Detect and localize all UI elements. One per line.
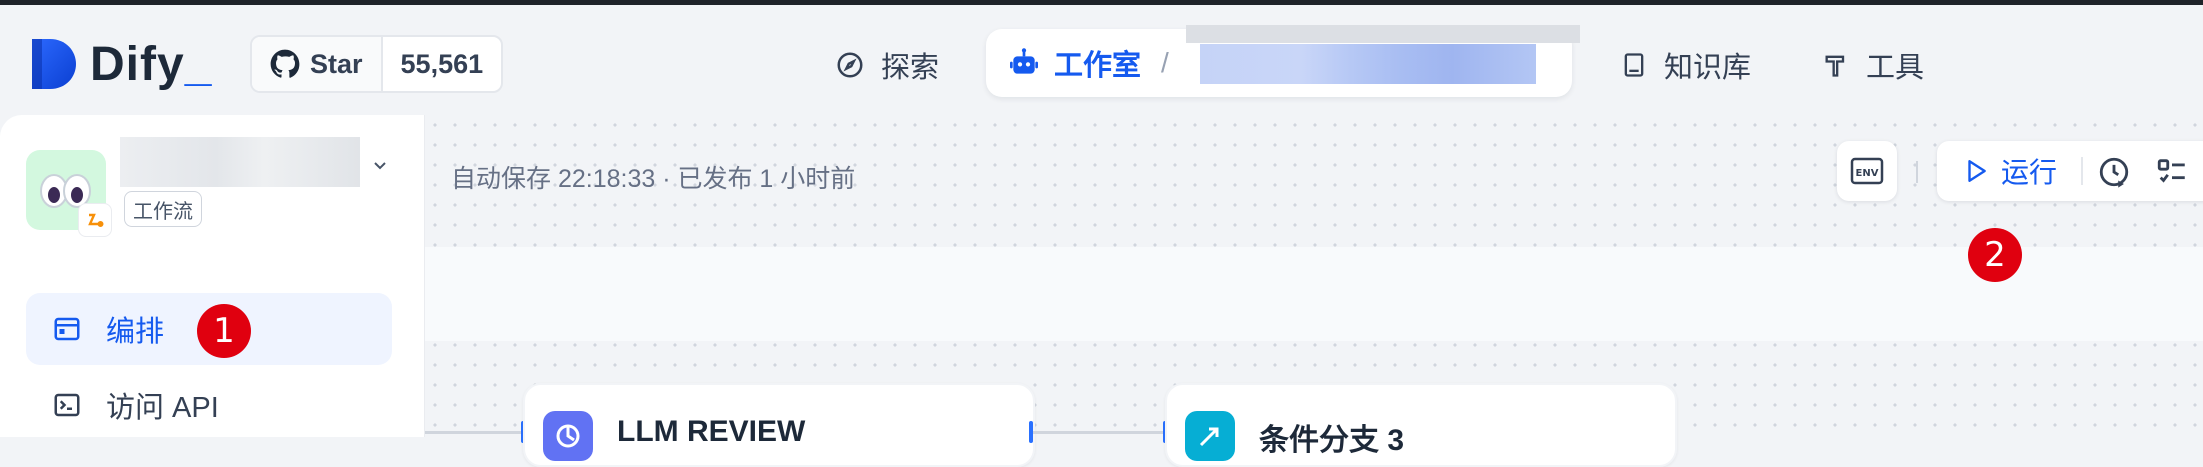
terminal-icon [54,393,80,417]
sidebar-item-label: 访问 API [106,392,219,424]
annotation-marker-2: 2 [1968,228,2022,282]
nav-studio-label: 工作室 [1054,50,1142,82]
if-else-icon [1185,411,1235,461]
book-icon [1624,53,1644,77]
dify-logo-mark-icon [32,39,76,89]
chevron-down-icon[interactable] [370,155,390,175]
github-star-label: Star [310,48,363,79]
redacted-app-name [1200,44,1536,84]
github-star-count: 55,561 [400,48,484,79]
logo-text: Dify_ [90,37,213,91]
nav-tools[interactable]: 工具 [1822,35,1924,95]
nav-explore[interactable]: 探索 [835,35,939,95]
github-star-widget[interactable]: Star 55,561 [250,35,504,93]
checklist-icon[interactable] [2155,155,2189,189]
workflow-node-if-else[interactable]: 条件分支 3 [1165,383,1677,467]
nav-knowledge-label: 知识库 [1664,52,1752,84]
run-toolbar: 运行 [1937,141,2203,201]
llm-icon [543,411,593,461]
github-icon [270,49,300,78]
nav-knowledge[interactable]: 知识库 [1620,35,1751,95]
robot-icon [1010,48,1038,74]
workflow-canvas[interactable]: 自动保存 22:18:33 · 已发布 1 小时前 ENV 运行 LLM REV… [425,115,2203,467]
autosave-status: 自动保存 22:18:33 · 已发布 1 小时前 [451,165,856,193]
run-button[interactable]: 运行 [1937,141,2077,201]
hammer-icon [1825,55,1845,77]
app-type-tag: 工作流 [124,191,202,227]
sidebar-item-api[interactable]: 访问 API [26,369,392,441]
run-history-icon[interactable] [2097,155,2131,189]
layout-icon [54,317,80,341]
annotation-marker-1: 1 [197,304,251,358]
edge-line [1033,431,1165,434]
run-label: 运行 [2001,157,2058,188]
github-star-button[interactable]: Star [252,37,383,91]
canvas-panel-band [425,247,2203,341]
nav-explore-label: 探索 [881,52,940,84]
sidebar-item-label: 编排 [106,316,165,348]
top-header: Dify_ Star 55,561 探索 工作室 / 知识库 工具 [0,5,2203,115]
app-sidebar: 工作流 编排 访问 API [0,115,425,437]
edge-line [425,431,523,434]
toolbar-divider [1916,161,1918,183]
env-button[interactable]: ENV [1837,141,1897,201]
env-icon: ENV [1850,157,1884,185]
svg-text:ENV: ENV [1856,168,1879,179]
node-output-handle[interactable] [1029,421,1033,443]
toolbar-divider [2081,157,2083,185]
workflow-badge-icon [78,203,112,237]
app-switcher-redacted[interactable] [1186,25,1580,89]
node-title: LLM REVIEW [617,415,806,448]
nav-tools-label: 工具 [1866,52,1925,84]
workflow-node-llm[interactable]: LLM REVIEW [523,383,1035,467]
dify-logo[interactable]: Dify_ [28,33,212,95]
node-title: 条件分支 3 [1259,424,1405,457]
compass-icon [837,52,863,78]
play-icon [1968,160,1986,182]
redacted-area [1186,25,1580,43]
redacted-app-title [120,137,360,187]
breadcrumb-separator: / [1161,47,1169,78]
